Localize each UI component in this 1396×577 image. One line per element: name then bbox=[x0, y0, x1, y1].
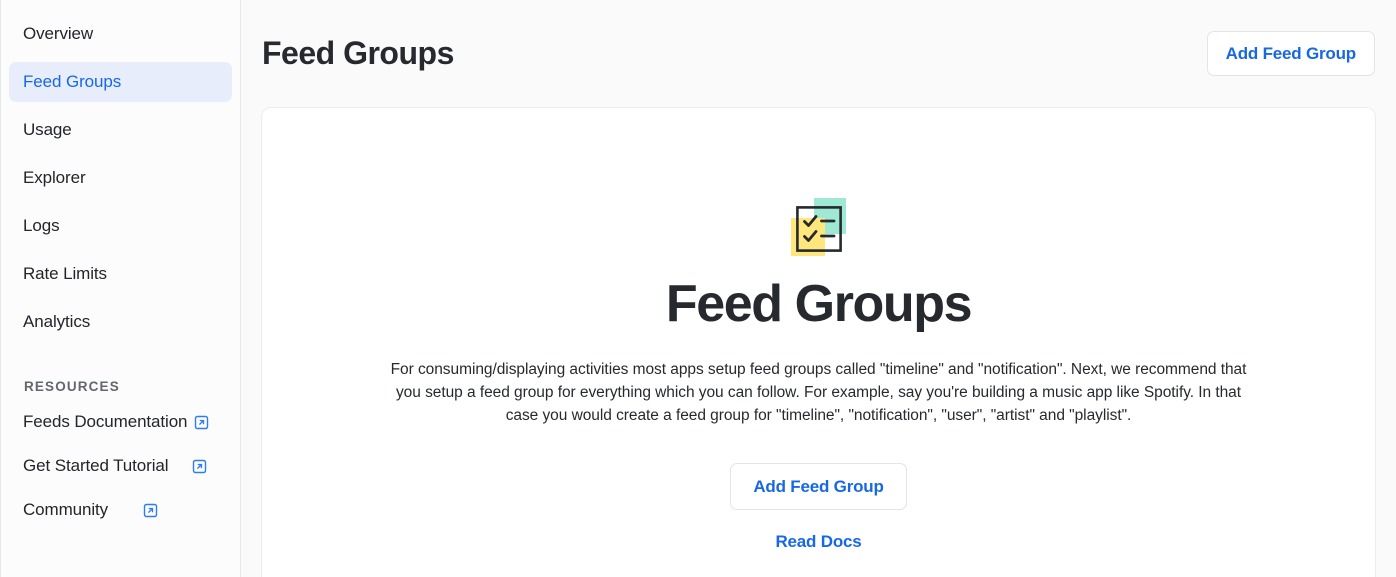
empty-state-description: For consuming/displaying activities most… bbox=[390, 361, 1247, 424]
sidebar-item-explorer[interactable]: Explorer bbox=[9, 158, 232, 198]
resources-heading: RESOURCES bbox=[24, 379, 120, 394]
resource-label: Community bbox=[23, 500, 109, 519]
sidebar-nav: Overview Feed Groups Usage Explorer Logs… bbox=[1, 14, 240, 342]
app-root: Overview Feed Groups Usage Explorer Logs… bbox=[0, 0, 1396, 577]
resources-nav: Feeds Documentation Get Started Tutorial bbox=[1, 403, 240, 529]
add-feed-group-button-header[interactable]: Add Feed Group bbox=[1206, 31, 1375, 76]
empty-state-title: Feed Groups bbox=[665, 275, 973, 333]
sidebar-item-get-started-tutorial[interactable]: Get Started Tutorial bbox=[9, 447, 232, 485]
read-docs-link[interactable]: Read Docs bbox=[775, 532, 861, 552]
add-feed-group-button-center[interactable]: Add Feed Group bbox=[730, 463, 907, 510]
page-title: Feed Groups bbox=[262, 35, 454, 71]
external-link-icon bbox=[192, 459, 207, 474]
main-content: Feed Groups Add Feed Group Feed Groups F… bbox=[241, 0, 1396, 577]
sidebar-item-community[interactable]: Community bbox=[9, 491, 232, 529]
sidebar-item-feed-groups[interactable]: Feed Groups bbox=[9, 62, 232, 102]
sidebar-item-rate-limits[interactable]: Rate Limits bbox=[9, 254, 232, 294]
feed-groups-card: Feed Groups For consuming/displaying act… bbox=[261, 107, 1376, 577]
sidebar-item-feeds-documentation[interactable]: Feeds Documentation bbox=[9, 403, 232, 441]
sidebar-item-logs[interactable]: Logs bbox=[9, 206, 232, 246]
resource-label: Get Started Tutorial bbox=[23, 456, 169, 475]
resource-label: Feeds Documentation bbox=[23, 412, 188, 431]
external-link-icon bbox=[194, 415, 209, 430]
checklist-icon bbox=[788, 198, 850, 260]
external-link-icon bbox=[143, 503, 158, 518]
sidebar: Overview Feed Groups Usage Explorer Logs… bbox=[0, 0, 241, 577]
sidebar-item-usage[interactable]: Usage bbox=[9, 110, 232, 150]
sidebar-item-analytics[interactable]: Analytics bbox=[9, 302, 232, 342]
empty-state-actions: Add Feed Group Read Docs bbox=[730, 463, 907, 552]
empty-state: Feed Groups For consuming/displaying act… bbox=[262, 108, 1375, 552]
page-header: Feed Groups Add Feed Group bbox=[261, 0, 1376, 107]
sidebar-item-overview[interactable]: Overview bbox=[9, 14, 232, 54]
